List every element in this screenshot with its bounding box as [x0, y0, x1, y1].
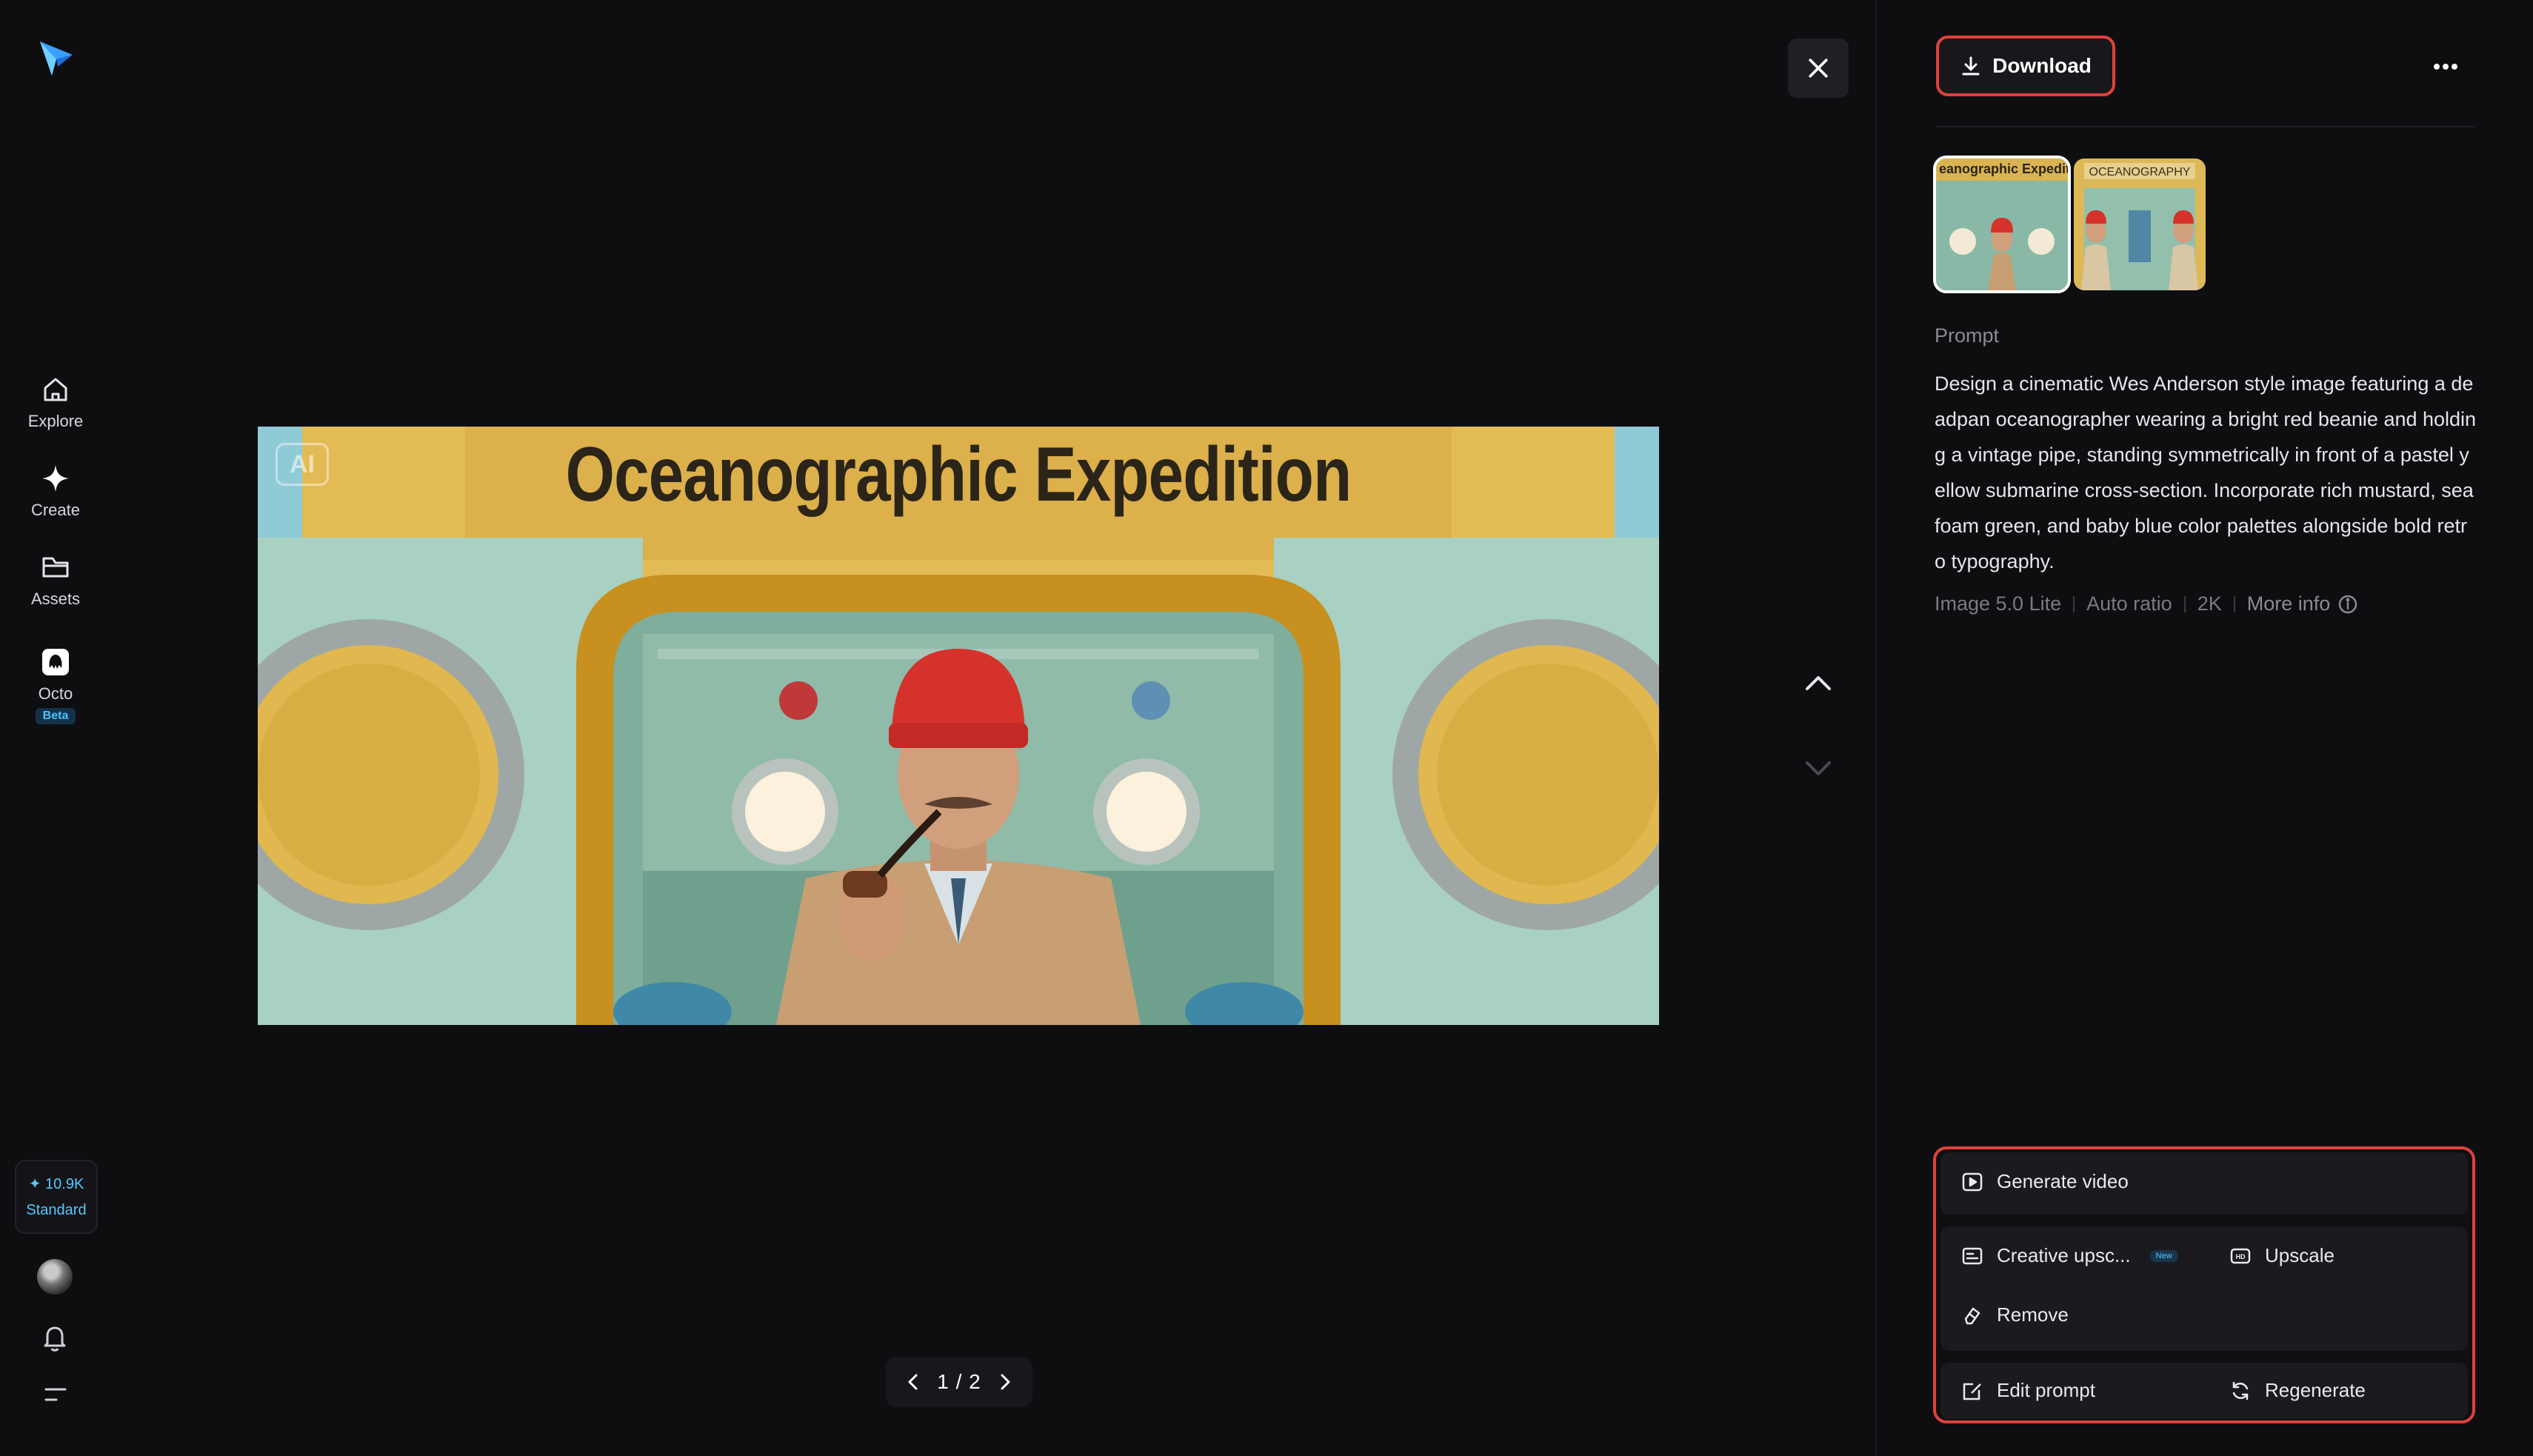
prompt-tools-group: Edit prompt Regenerate — [1940, 1363, 2468, 1419]
action-panel: Generate video Creative upsc... New HD U… — [1933, 1146, 2475, 1423]
thumbnail-1-caption: eanographic Expedit — [1939, 161, 2068, 176]
remove-label: Remove — [1997, 1303, 2069, 1326]
upscale-button[interactable]: HD Upscale — [2229, 1244, 2335, 1267]
nav-explore-label: Explore — [27, 412, 84, 430]
edit-tools-group: Creative upsc... New HD Upscale Remove — [1940, 1226, 2468, 1351]
image-title-text: Oceanographic Expedition — [565, 432, 1352, 518]
meta-resolution: 2K — [2197, 592, 2222, 615]
regenerate-label: Regenerate — [2265, 1379, 2366, 1401]
thumbnail-2-caption: OCEANOGRAPHY — [2089, 166, 2191, 178]
left-rail: Explore Create Assets Octo Beta ✦ 10.9K … — [0, 0, 111, 1456]
chevron-down-icon[interactable] — [1801, 751, 1835, 785]
bell-icon[interactable] — [39, 1321, 71, 1354]
thumbnail-1-image: eanographic Expedit — [1936, 158, 2068, 290]
nav-assets[interactable]: Assets — [0, 551, 111, 609]
thumbnail-1[interactable]: eanographic Expedit — [1933, 156, 2071, 293]
nav-explore[interactable]: Explore — [0, 373, 111, 431]
upscale-label: Upscale — [2265, 1244, 2335, 1266]
creative-upscale-button[interactable]: Creative upsc... New — [1961, 1244, 2178, 1267]
refresh-icon — [2232, 1381, 2249, 1400]
home-icon — [44, 378, 67, 401]
meta-separator — [2233, 595, 2235, 612]
image-pager: 1 / 2 — [886, 1357, 1032, 1407]
thumbnail-2[interactable]: OCEANOGRAPHY — [2074, 158, 2206, 290]
nav-assets-label: Assets — [30, 590, 81, 608]
avatar[interactable] — [37, 1259, 73, 1295]
generate-video-label: Generate video — [1997, 1170, 2129, 1192]
generated-image[interactable]: AI Oceanographic Expedition — [258, 427, 1659, 1025]
info-icon — [2339, 595, 2357, 613]
more-info-label: More info — [2246, 592, 2331, 615]
eraser-icon — [1964, 1307, 1980, 1324]
folder-icon — [42, 557, 69, 578]
download-button[interactable]: Download — [1936, 36, 2115, 96]
sparkle-icon — [42, 465, 69, 492]
image-meta-row: Image 5.0 Lite Auto ratio 2K More info — [1935, 592, 2358, 615]
generate-video-group: Generate video — [1940, 1152, 2468, 1215]
more-info-link[interactable]: More info — [2247, 592, 2359, 615]
close-button[interactable] — [1788, 39, 1849, 98]
nav-octo-label: Octo — [38, 684, 73, 703]
regenerate-button[interactable]: Regenerate — [2229, 1379, 2366, 1402]
chevron-right-icon[interactable] — [994, 1371, 1016, 1393]
generate-video-button[interactable]: Generate video — [1961, 1170, 2129, 1193]
meta-separator — [2183, 595, 2186, 612]
remove-button[interactable]: Remove — [1961, 1303, 2069, 1326]
download-label: Download — [1992, 54, 2092, 77]
creative-upscale-label: Creative upsc... — [1997, 1244, 2131, 1266]
edit-prompt-button[interactable]: Edit prompt — [1961, 1379, 2095, 1402]
nav-octo[interactable]: Octo Beta — [0, 646, 111, 724]
meta-ratio: Auto ratio — [2086, 592, 2172, 615]
svg-text:HD: HD — [2236, 1253, 2246, 1260]
meta-model: Image 5.0 Lite — [1935, 592, 2062, 615]
ai-watermark: AI — [276, 443, 329, 486]
more-options-icon[interactable] — [2428, 52, 2463, 81]
pager-count: 1 / 2 — [937, 1370, 981, 1393]
panel-divider — [1875, 0, 1877, 1456]
octo-icon — [42, 649, 69, 675]
hd-upscale-icon: HD — [2230, 1248, 2251, 1263]
chevron-left-icon[interactable] — [902, 1371, 924, 1393]
credits-amount: ✦ 10.9K — [28, 1176, 84, 1192]
edit-prompt-label: Edit prompt — [1997, 1379, 2095, 1401]
play-video-icon — [1962, 1172, 1983, 1191]
plan-tier: Standard — [26, 1202, 87, 1218]
header-divider — [1936, 126, 2475, 127]
download-icon — [1962, 56, 1980, 76]
creative-upscale-icon — [1962, 1247, 1983, 1264]
new-badge: New — [2149, 1249, 2178, 1262]
prompt-text: Design a cinematic Wes Anderson style im… — [1935, 373, 2477, 572]
credits-card[interactable]: ✦ 10.9K Standard — [15, 1160, 98, 1234]
close-icon — [1809, 59, 1828, 78]
chevron-up-icon[interactable] — [1801, 667, 1835, 701]
menu-icon[interactable] — [43, 1382, 68, 1407]
prompt-label: Prompt — [1935, 324, 2000, 347]
app-logo-icon[interactable] — [36, 37, 77, 79]
edit-icon — [1963, 1383, 1981, 1400]
nav-create-label: Create — [30, 501, 81, 519]
meta-separator — [2073, 595, 2075, 612]
thumbnail-2-image: OCEANOGRAPHY — [2074, 158, 2206, 290]
nav-create[interactable]: Create — [0, 462, 111, 520]
beta-badge: Beta — [35, 708, 76, 724]
